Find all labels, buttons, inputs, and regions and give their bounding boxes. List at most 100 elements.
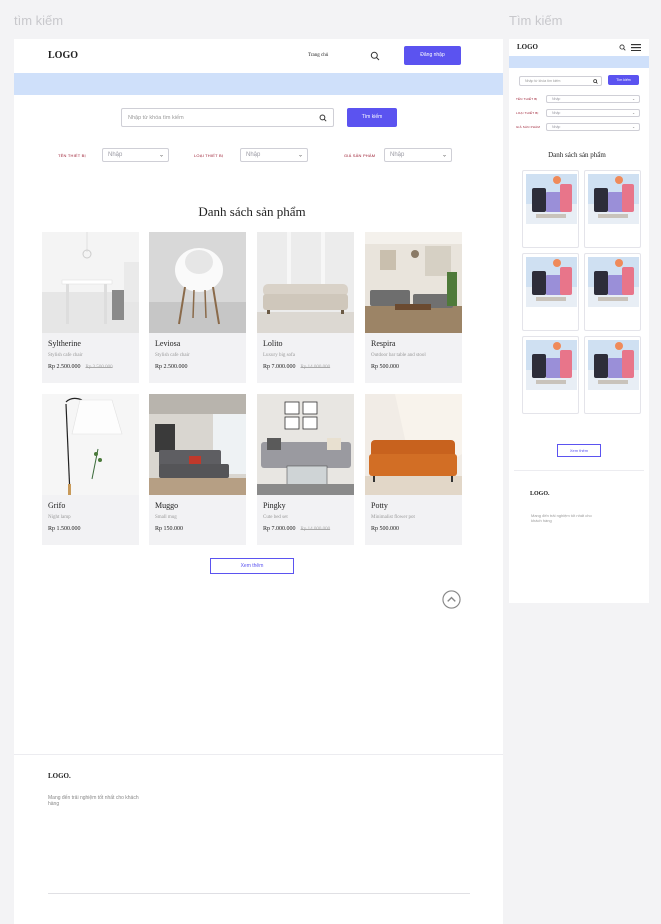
chevron-down-icon: ⌄ [297,152,303,159]
mobile-filter-device-name-select[interactable]: Nhập ⌄ [546,95,640,103]
mobile-load-more-button[interactable]: Xem thêm [557,444,601,457]
product-price: Rp 7.000.000 [263,526,296,532]
mobile-footer-divider [514,470,644,471]
product-description: Stylish cafe chair [155,353,190,358]
search-input[interactable]: Nhập từ khóa tìm kiếm [128,115,184,121]
chevron-down-icon: ⌄ [441,152,447,159]
mobile-banner [509,56,649,68]
logo[interactable]: LOGO [48,50,78,61]
product-old-price: Rp 14.000.000 [300,527,331,532]
mobile-search-box[interactable]: Nhập từ khóa tìm kiếm [519,76,602,86]
product-image [365,232,462,333]
mobile-product-image [526,257,577,307]
menu-icon[interactable] [631,44,641,51]
product-description: Small mug [155,515,177,520]
product-description: Cute bed set [263,515,288,520]
mobile-filter-device-type-select[interactable]: Nhập ⌄ [546,109,640,117]
product-description: Night lamp [48,515,71,520]
mobile-product-card[interactable] [584,170,641,248]
filter-label-device-type: LOẠI THIẾT BỊ [194,153,224,158]
product-card[interactable]: Leviosa Stylish cafe chair Rp 2.500.000 [149,232,246,383]
desktop-frame-title: tìm kiếm [14,13,64,28]
filter-value: Nhập [390,152,405,158]
product-name: Lolito [263,339,283,348]
mobile-search-input[interactable]: Nhập từ khóa tìm kiếm [525,79,560,83]
product-price: Rp 150.000 [155,526,184,532]
mobile-page: LOGO Nhập từ khóa tìm kiếm Tìm kiếm TÊN … [509,39,649,603]
search-icon[interactable] [593,79,598,84]
product-card[interactable]: Potty Minimalist flower pot Rp 500.000 [365,394,462,545]
product-image [149,394,246,495]
footer-tagline: Mang đến trải nghiệm tốt nhất cho khách … [48,795,139,807]
product-card[interactable]: Syltherine Stylish cafe chair Rp 2.500.0… [42,232,139,383]
load-more-button[interactable]: Xem thêm [210,558,294,574]
product-card[interactable]: Lolito Luxury big sofa Rp 7.000.000 Rp 14… [257,232,354,383]
filter-value: Nhập [246,152,261,158]
filter-price-select[interactable]: Nhập ⌄ [384,148,452,162]
product-price: Rp 500.000 [371,364,400,370]
footer-bottom-line [48,893,470,894]
product-card[interactable]: Respira Outdoor bar table and stool Rp 5… [365,232,462,383]
product-card[interactable]: Grifo Night lamp Rp 1.500.000 [42,394,139,545]
product-price: Rp 2.500.000 [155,364,188,370]
mobile-product-image [526,174,577,224]
nav-home-link[interactable]: Trang chủ [308,53,328,58]
product-description: Minimalist flower pot [371,515,415,520]
mobile-product-image [526,340,577,390]
product-name: Grifo [48,501,66,510]
mobile-product-image [588,340,639,390]
product-name: Muggo [155,501,179,510]
product-name: Respira [371,339,396,348]
product-name: Potty [371,501,388,510]
search-icon[interactable] [319,114,327,122]
filter-value: Nhập [552,125,561,129]
search-box[interactable]: Nhập từ khóa tìm kiếm [121,108,334,127]
chevron-down-icon: ⌄ [632,125,635,129]
filter-label-device-name: TÊN THIẾT BỊ [58,153,86,158]
footer-divider [14,754,503,755]
product-image [149,232,246,333]
mobile-product-card[interactable] [522,253,579,331]
mobile-footer-logo[interactable]: LOGO. [530,491,550,497]
mobile-product-card[interactable] [522,336,579,414]
product-image [42,394,139,495]
search-icon[interactable] [370,51,380,61]
mobile-search-button[interactable]: Tìm kiếm [608,75,639,85]
mobile-filter-price-select[interactable]: Nhập ⌄ [546,123,640,131]
hero-banner [14,73,503,95]
filter-device-name-select[interactable]: Nhập ⌄ [102,148,169,162]
mobile-product-card[interactable] [584,336,641,414]
chevron-down-icon: ⌄ [632,97,635,101]
mobile-product-card[interactable] [584,253,641,331]
product-name: Pingky [263,501,286,510]
product-price: Rp 500.000 [371,526,400,532]
search-icon[interactable] [619,44,626,51]
search-button[interactable]: Tìm kiếm [347,108,397,127]
product-image [257,394,354,495]
filter-value: Nhập [552,111,561,115]
product-card[interactable]: Pingky Cute bed set Rp 7.000.000 Rp 14.00… [257,394,354,545]
section-title: Danh sách sản phẩm [198,204,306,219]
filter-label-price: GIÁ SẢN PHẨM [344,153,376,158]
product-name: Syltherine [48,339,81,348]
mobile-footer-tagline: Mang đến trải nghiệm tốt nhất cho khách … [531,513,592,523]
mobile-frame-title: Tìm kiếm [509,13,563,28]
footer-logo[interactable]: LOGO. [48,772,71,780]
mobile-logo[interactable]: LOGO [517,43,538,51]
desktop-page: LOGO Trang chủ Đăng nhập Nhập từ khóa tì… [14,39,503,924]
product-old-price: Rp 14.000.000 [300,365,331,370]
product-image [42,232,139,333]
product-image [365,394,462,495]
login-button[interactable]: Đăng nhập [404,46,461,65]
filter-device-type-select[interactable]: Nhập ⌄ [240,148,308,162]
product-card[interactable]: Muggo Small mug Rp 150.000 [149,394,246,545]
chevron-down-icon: ⌄ [632,111,635,115]
product-name: Leviosa [155,339,181,348]
mobile-product-image [588,174,639,224]
product-price: Rp 1.500.000 [48,526,81,532]
product-image [257,232,354,333]
mobile-product-card[interactable] [522,170,579,248]
scroll-top-icon[interactable] [442,590,461,609]
product-description: Outdoor bar table and stool [371,353,426,358]
filter-value: Nhập [552,97,561,101]
